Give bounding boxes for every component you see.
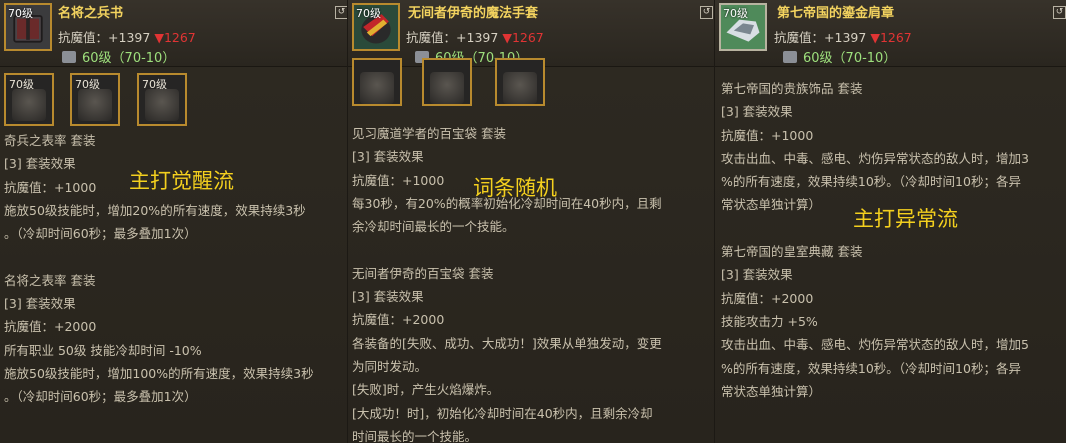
slot-item[interactable]: 70级	[4, 73, 54, 126]
set-name: 第七帝国的皇室典藏 套装	[721, 244, 863, 260]
overlay-caption: 主打异常流	[853, 207, 958, 231]
slot-item[interactable]: 70级	[137, 73, 187, 126]
icon-level: 70级	[356, 7, 381, 20]
grade-text: 60级（70-10）	[803, 51, 897, 66]
stat-down: 1267	[163, 30, 196, 45]
set-name: 见习魔道学者的百宝袋 套装	[352, 126, 506, 141]
stat-label: 抗魔值	[58, 30, 96, 45]
stat-row: 抗魔值：+1397 ▼1267	[774, 30, 912, 45]
item-name: 无间者伊奇的魔法手套	[408, 6, 539, 21]
stat-label: 抗魔值	[406, 30, 444, 45]
slot-item[interactable]: 70级	[70, 73, 120, 126]
item-icon-shoulder[interactable]: 70级	[719, 3, 767, 51]
stat-row: 抗魔值：+1397 ▼1267	[58, 30, 196, 45]
slot-item[interactable]	[422, 58, 472, 106]
item-tooltip-3: 70级 第七帝国的鎏金肩章 抗魔值：+1397 ▼1267 60级（70-10）…	[714, 0, 1066, 443]
item-name: 名将之兵书	[58, 6, 124, 21]
tooltip-header: 70级 第七帝国的鎏金肩章 抗魔值：+1397 ▼1267 60级（70-10）…	[715, 0, 1066, 67]
overlay-caption: 词条随机	[473, 176, 557, 200]
set-name: 无间者伊奇的百宝袋 套装	[352, 265, 494, 281]
stat-down: 1267	[879, 30, 912, 45]
tooltip-header: 70级 无间者伊奇的魔法手套 抗魔值：+1397 ▼1267 60级（70-10…	[348, 0, 718, 67]
stat-up: +1397	[108, 30, 151, 45]
set-effects: 见习魔道学者的百宝袋 套装 [3] 套装效果 抗魔值：+1000 每30秒，有2…	[352, 122, 662, 443]
set-name: 第七帝国的贵族饰品 套装	[721, 81, 863, 96]
tooltip-header: 70级 名将之兵书 抗魔值：+1397 ▼1267 60级（70-10） ↺	[0, 0, 350, 67]
grade-row: 60级（70-10）	[62, 47, 175, 66]
set-name: 奇兵之表率 套装	[4, 133, 96, 148]
stat-label: 抗魔值	[774, 30, 812, 45]
expand-icon[interactable]: ↺	[700, 6, 713, 19]
overlay-caption: 主打觉醒流	[129, 169, 234, 193]
item-tooltip-1: 70级 名将之兵书 抗魔值：+1397 ▼1267 60级（70-10） ↺ 7…	[0, 0, 350, 443]
stat-up: +1397	[456, 30, 499, 45]
icon-level: 70级	[8, 7, 33, 20]
icon-level: 70级	[723, 7, 748, 20]
item-tooltip-2: 70级 无间者伊奇的魔法手套 抗魔值：+1397 ▼1267 60级（70-10…	[347, 0, 718, 443]
stat-row: 抗魔值：+1397 ▼1267	[406, 30, 544, 45]
grade-icon	[783, 51, 797, 63]
grade-text: 60级（70-10）	[82, 51, 176, 66]
slot-item[interactable]	[495, 58, 545, 106]
stat-up: +1397	[824, 30, 867, 45]
set-name: 名将之表率 套装	[4, 272, 96, 288]
grade-icon	[62, 51, 76, 63]
slot-item[interactable]	[352, 58, 402, 106]
grade-row: 60级（70-10）	[783, 47, 896, 66]
stat-down: 1267	[511, 30, 544, 45]
set-effects: 第七帝国的贵族饰品 套装 [3] 套装效果 抗魔值：+1000 攻击出血、中毒、…	[721, 77, 1029, 403]
item-name: 第七帝国的鎏金肩章	[777, 6, 895, 21]
expand-icon[interactable]: ↺	[1053, 6, 1066, 19]
item-icon-glove[interactable]: 70级	[352, 3, 400, 51]
item-icon-book[interactable]: 70级	[4, 3, 52, 51]
